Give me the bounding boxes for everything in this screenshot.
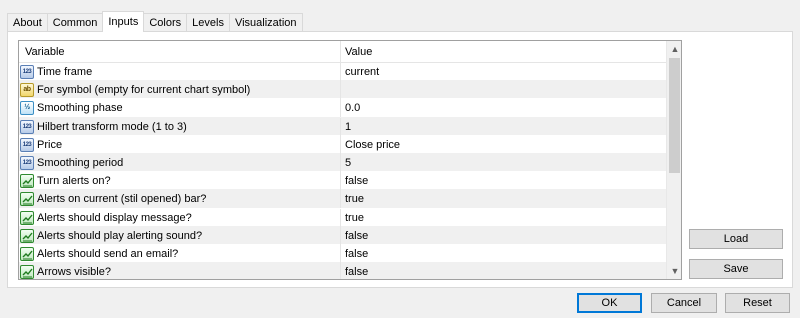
variable-cell: Alerts should send an email? xyxy=(19,244,341,263)
int-icon: 123 xyxy=(20,65,34,79)
bool-icon xyxy=(20,265,34,279)
value-cell[interactable] xyxy=(341,81,666,99)
table-row[interactable]: 123 Price Close price xyxy=(19,135,666,154)
reset-button[interactable]: Reset xyxy=(725,293,790,313)
variable-cell: ab For symbol (empty for current chart sy… xyxy=(19,81,341,100)
value-cell[interactable]: false xyxy=(341,227,666,245)
table-row[interactable]: Alerts should send an email? false xyxy=(19,244,666,264)
value-cell[interactable]: 0.0 xyxy=(341,99,666,117)
table-row[interactable]: Alerts on current (stil opened) bar? true xyxy=(19,190,666,209)
variable-name: Time frame xyxy=(37,66,93,78)
value-cell[interactable]: Close price xyxy=(341,136,666,154)
value-cell[interactable]: false xyxy=(341,172,666,190)
inputs-grid: Variable Value 123 Time frame current ab For… xyxy=(18,40,682,280)
bool-icon xyxy=(20,228,34,243)
variable-name: Alerts should display message? xyxy=(37,211,192,224)
value-cell[interactable]: 1 xyxy=(341,118,666,136)
variable-name: For symbol (empty for current chart symb… xyxy=(37,84,251,97)
variable-name: Hilbert transform mode (1 to 3) xyxy=(37,120,187,133)
tab-levels[interactable]: Levels xyxy=(186,13,230,32)
table-row[interactable]: Alerts should play alerting sound? false xyxy=(19,226,666,245)
variable-cell: 123 Time frame xyxy=(19,63,341,81)
scrollbar-thumb[interactable] xyxy=(669,58,680,173)
tab-strip: About Common Inputs Colors Levels Visualizati… xyxy=(7,11,303,32)
table-row[interactable]: 123 Smoothing period 5 xyxy=(19,153,666,173)
value-cell[interactable]: true xyxy=(341,190,666,208)
column-header-value[interactable]: Value xyxy=(341,41,666,63)
table-row[interactable]: 123 Time frame current xyxy=(19,63,666,82)
double-icon: ½ xyxy=(20,101,34,116)
value-cell[interactable]: true xyxy=(341,209,666,227)
variable-name: Smoothing phase xyxy=(37,102,123,115)
value-cell[interactable]: false xyxy=(341,245,666,263)
ok-button[interactable]: OK xyxy=(577,293,642,313)
variable-cell: 123 Price xyxy=(19,135,341,154)
scroll-down-arrow-icon[interactable]: ▼ xyxy=(667,263,681,279)
variable-cell: Alerts should play alerting sound? xyxy=(19,226,341,245)
bool-icon xyxy=(20,192,34,207)
bool-icon xyxy=(20,174,34,189)
variable-name: Price xyxy=(37,138,63,151)
scroll-up-arrow-icon[interactable]: ▲ xyxy=(667,41,681,57)
tab-colors[interactable]: Colors xyxy=(143,13,188,32)
bool-icon xyxy=(20,246,34,261)
tab-about[interactable]: About xyxy=(7,13,48,32)
variable-name: Alerts should send an email? xyxy=(37,247,179,260)
value-cell[interactable]: current xyxy=(341,63,666,81)
variable-cell: 123 Hilbert transform mode (1 to 3) xyxy=(19,117,341,136)
value-cell[interactable]: false xyxy=(341,263,666,279)
table-row[interactable]: ab For symbol (empty for current chart sy… xyxy=(19,81,666,100)
save-button[interactable]: Save xyxy=(689,259,783,279)
variable-cell: Alerts should display message? xyxy=(19,208,341,227)
variable-cell: Alerts on current (stil opened) bar? xyxy=(19,190,341,209)
variable-name: Alerts on current (stil opened) bar? xyxy=(37,193,207,206)
table-row[interactable]: Alerts should display message? true xyxy=(19,208,666,227)
table-row[interactable]: ½ Smoothing phase 0.0 xyxy=(19,99,666,118)
value-cell[interactable]: 5 xyxy=(341,154,666,172)
bool-icon xyxy=(20,210,34,225)
grid-rows: 123 Time frame current ab For symbol (empty … xyxy=(19,63,666,279)
variable-name: Arrows visible? xyxy=(37,266,111,279)
int-icon: 123 xyxy=(20,155,34,170)
variable-name: Alerts should play alerting sound? xyxy=(37,229,203,242)
table-row[interactable]: Turn alerts on? false xyxy=(19,172,666,191)
variable-cell: Turn alerts on? xyxy=(19,172,341,191)
tab-visualization[interactable]: Visualization xyxy=(228,13,303,32)
table-row[interactable]: 123 Hilbert transform mode (1 to 3) 1 xyxy=(19,117,666,136)
string-icon: ab xyxy=(20,83,34,98)
variable-cell: ½ Smoothing phase xyxy=(19,99,341,118)
variable-name: Smoothing period xyxy=(37,156,124,169)
tab-inputs[interactable]: Inputs xyxy=(102,11,145,32)
variable-cell: 123 Smoothing period xyxy=(19,153,341,172)
column-header-variable[interactable]: Variable xyxy=(19,41,341,63)
cancel-button[interactable]: Cancel xyxy=(651,293,717,313)
table-row[interactable]: Arrows visible? false xyxy=(19,263,666,279)
vertical-scrollbar[interactable]: ▲ ▼ xyxy=(666,41,681,279)
variable-cell: Arrows visible? xyxy=(19,263,341,279)
load-button[interactable]: Load xyxy=(689,229,783,249)
variable-name: Turn alerts on? xyxy=(37,175,111,188)
grid-header: Variable Value xyxy=(19,41,666,63)
int-icon: 123 xyxy=(20,137,34,152)
tab-common[interactable]: Common xyxy=(46,13,104,32)
int-icon: 123 xyxy=(20,119,34,134)
